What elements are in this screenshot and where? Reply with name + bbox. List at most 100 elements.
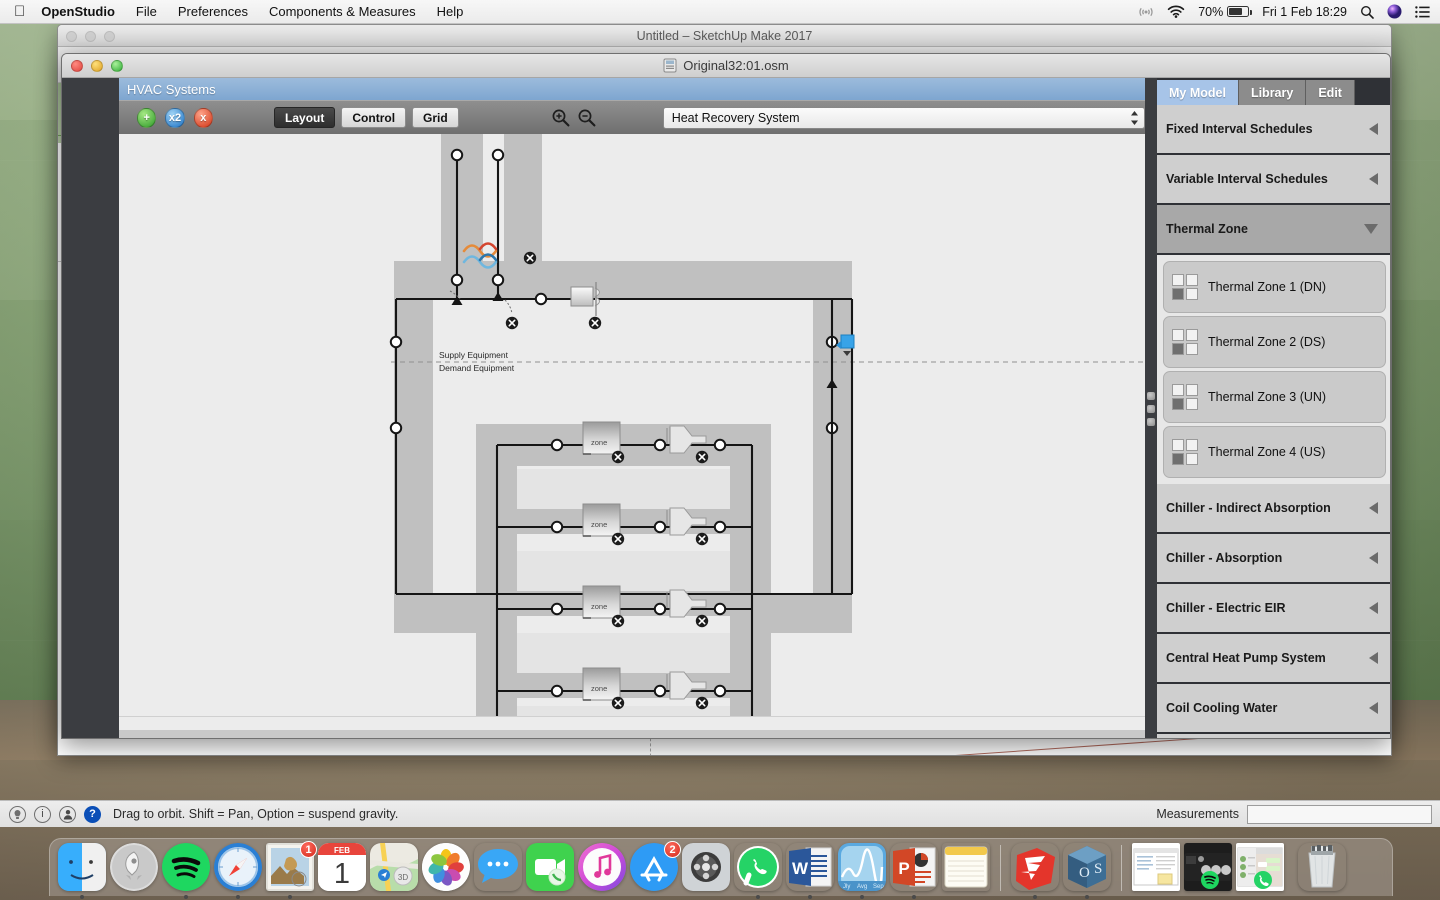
airplay-icon[interactable]: [1138, 5, 1154, 19]
library-group-coil-cooling-water[interactable]: Coil Cooling Water: [1157, 684, 1390, 734]
minimize-button[interactable]: [85, 31, 96, 42]
chevron-left-icon[interactable]: [1369, 652, 1378, 664]
list-item[interactable]: Thermal Zone 3 (UN): [1163, 371, 1386, 423]
library-group-chiller-absorption[interactable]: Chiller - Absorption: [1157, 534, 1390, 584]
openstudio-traffic-lights[interactable]: [71, 60, 123, 72]
dock-item-facetime[interactable]: [524, 843, 576, 895]
sketchup-traffic-lights[interactable]: [66, 31, 115, 42]
dock-item-maps[interactable]: 3D: [368, 843, 420, 895]
dock-item-numbers[interactable]: Jly Avg Sep: [836, 843, 888, 899]
zoom-out-icon[interactable]: [577, 108, 596, 127]
macos-dock[interactable]: 1 FEB 1 3D 2 W Jly Avg Sep P O S: [49, 838, 1393, 899]
chevron-left-icon[interactable]: [1369, 502, 1378, 514]
status-bar-icons[interactable]: i ?: [9, 805, 101, 823]
dock-item-safari[interactable]: [212, 843, 264, 899]
duplicate-system-button[interactable]: x2: [165, 107, 185, 128]
dock-item-app-store[interactable]: 2: [628, 841, 681, 895]
list-item[interactable]: Thermal Zone 1 (DN): [1163, 261, 1386, 313]
delete-system-button[interactable]: x: [193, 107, 214, 128]
dock-item-sketchup[interactable]: [1009, 843, 1061, 899]
list-item[interactable]: Thermal Zone 4 (US): [1163, 426, 1386, 478]
remove-component-button: [694, 449, 710, 465]
close-button[interactable]: [71, 60, 83, 72]
dock-item-trash[interactable]: [1296, 843, 1348, 895]
hvac-view-tabs[interactable]: Layout Control Grid: [274, 107, 465, 128]
tab-my-model[interactable]: My Model: [1157, 80, 1239, 105]
hvac-loop-diagram[interactable]: Supply Equipment Demand Equipment zone z…: [119, 134, 1145, 716]
trash-icon: [1298, 843, 1346, 891]
battery-indicator[interactable]: 70%: [1198, 5, 1252, 19]
dock-item-photos[interactable]: [420, 843, 472, 895]
library-group-thermal-zone[interactable]: Thermal Zone: [1157, 205, 1390, 255]
tab-edit[interactable]: Edit: [1306, 80, 1355, 105]
chevron-left-icon[interactable]: [1369, 702, 1378, 714]
dock-item-openstudio[interactable]: O S: [1061, 843, 1113, 899]
search-icon[interactable]: [1360, 5, 1374, 19]
menu-file[interactable]: File: [136, 4, 157, 19]
menu-openstudio[interactable]: OpenStudio: [41, 4, 115, 19]
wifi-icon[interactable]: [1167, 5, 1185, 18]
dock-item-whatsapp[interactable]: [732, 843, 784, 899]
chevron-left-icon[interactable]: [1369, 602, 1378, 614]
library-group-list[interactable]: Fixed Interval Schedules Variable Interv…: [1157, 105, 1390, 738]
openstudio-window[interactable]: Original32:01.osm HVAC Systems + x2 x La…: [61, 53, 1391, 739]
measurements-input[interactable]: [1247, 804, 1432, 824]
help-icon[interactable]: ?: [84, 805, 101, 823]
dock-item-notes[interactable]: [940, 843, 992, 895]
dock-item-launchpad[interactable]: [108, 843, 160, 895]
library-group-chiller-indirect-absorption[interactable]: Chiller - Indirect Absorption: [1157, 484, 1390, 534]
dock-item-messages[interactable]: [472, 843, 524, 895]
zoom-button[interactable]: [104, 31, 115, 42]
hvac-layout-canvas[interactable]: Supply Equipment Demand Equipment zone z…: [119, 134, 1145, 716]
apple-logo-icon[interactable]: : [14, 4, 25, 19]
dock-item-itunes[interactable]: [576, 843, 628, 895]
sketchup-status-bar: i ? Drag to orbit. Shift = Pan, Option =…: [0, 800, 1440, 827]
info-icon[interactable]: i: [34, 805, 51, 823]
dock-item-spotify[interactable]: [160, 843, 212, 899]
notification-center-icon[interactable]: [1415, 5, 1430, 18]
zoom-button[interactable]: [111, 60, 123, 72]
menu-bar-clock[interactable]: Fri 1 Feb 18:29: [1262, 5, 1347, 19]
zoom-in-icon[interactable]: [551, 108, 570, 127]
node-dot: [550, 602, 564, 616]
minimize-button[interactable]: [91, 60, 103, 72]
library-group-central-heat-pump-system[interactable]: Central Heat Pump System: [1157, 634, 1390, 684]
library-group-chiller-electric-eir[interactable]: Chiller - Electric EIR: [1157, 584, 1390, 634]
chevron-left-icon[interactable]: [1369, 123, 1378, 135]
tab-layout[interactable]: Layout: [274, 107, 336, 128]
siri-icon[interactable]: [1387, 4, 1402, 19]
chevron-left-icon[interactable]: [1369, 173, 1378, 185]
dock-item-finder[interactable]: [56, 843, 108, 899]
menu-preferences[interactable]: Preferences: [178, 4, 248, 19]
chevron-down-icon[interactable]: [1364, 224, 1378, 234]
dock-minimized-document[interactable]: [1130, 843, 1182, 895]
library-group-variable-interval-schedules[interactable]: Variable Interval Schedules: [1157, 155, 1390, 205]
list-item[interactable]: Thermal Zone 2 (DS): [1163, 316, 1386, 368]
dock-minimized-spotify[interactable]: [1182, 843, 1234, 895]
facetime-icon: [526, 843, 574, 891]
menu-help[interactable]: Help: [437, 4, 464, 19]
add-system-button[interactable]: +: [137, 107, 157, 128]
library-tabs[interactable]: My Model Library Edit: [1157, 80, 1355, 105]
hvac-zoom-controls[interactable]: [551, 108, 596, 127]
dock-item-system-preferences[interactable]: [680, 843, 732, 895]
dock-minimized-whatsapp[interactable]: [1234, 843, 1286, 895]
close-button[interactable]: [66, 31, 77, 42]
dock-item-microsoft-word[interactable]: W: [784, 843, 836, 899]
account-icon[interactable]: [59, 805, 76, 823]
dock-item-mail[interactable]: 1: [264, 841, 317, 899]
chevron-left-icon[interactable]: [1369, 552, 1378, 564]
menu-components-measures[interactable]: Components & Measures: [269, 4, 416, 19]
tab-grid[interactable]: Grid: [412, 107, 459, 128]
panel-splitter[interactable]: [1145, 78, 1157, 738]
hvac-horizontal-scrollbar[interactable]: [119, 716, 1145, 730]
photos-icon: [422, 843, 470, 891]
library-group-fixed-interval-schedules[interactable]: Fixed Interval Schedules: [1157, 105, 1390, 155]
tab-control[interactable]: Control: [341, 107, 407, 128]
hvac-system-select[interactable]: Heat Recovery System: [662, 106, 1145, 129]
hint-bulb-icon[interactable]: [9, 805, 26, 823]
dock-item-calendar[interactable]: FEB 1: [316, 843, 368, 895]
dock-item-microsoft-powerpoint[interactable]: P: [888, 843, 940, 899]
tab-library[interactable]: Library: [1238, 80, 1307, 105]
hvac-toolbar[interactable]: + x2 x Layout Control Grid Heat Recovery…: [119, 100, 1145, 134]
